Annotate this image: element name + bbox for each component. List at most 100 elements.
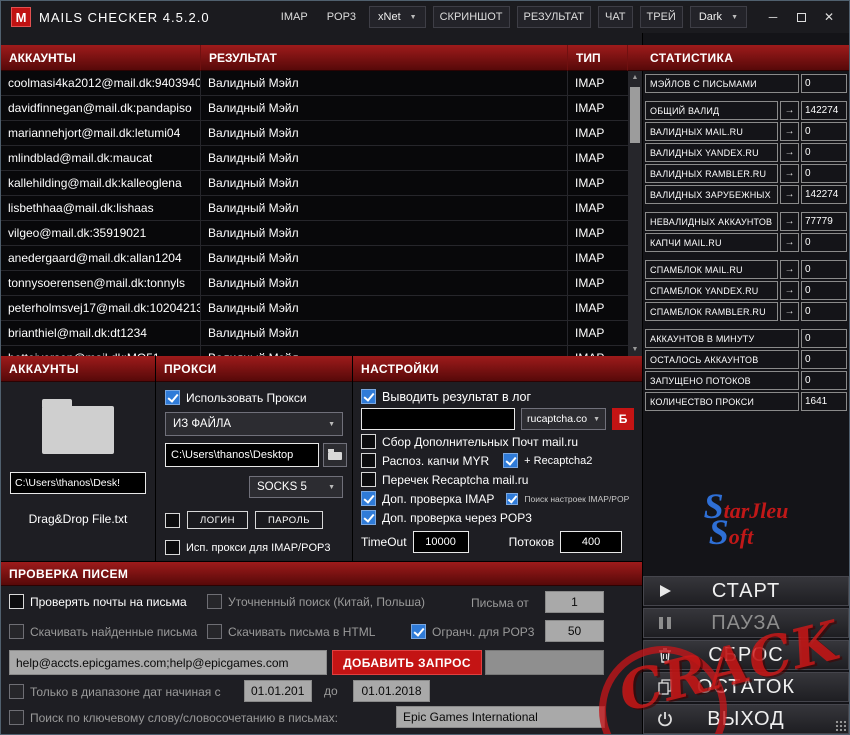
stat-label: СПАМБЛОК MAIL.RU: [645, 260, 778, 279]
accounts-file-path[interactable]: C:\Users\thanos\Desk!: [10, 472, 146, 494]
stat-label: КАПЧИ MAIL.RU: [645, 233, 778, 252]
refined-search-checkbox[interactable]: Уточненный поиск (Китай, Польша): [207, 594, 425, 609]
keyword-input[interactable]: [396, 706, 605, 728]
chevron-down-icon: ▼: [328, 484, 335, 491]
proxy-login-button[interactable]: ЛОГИН: [187, 511, 248, 529]
column-header-result[interactable]: РЕЗУЛЬТАТ: [201, 45, 568, 71]
table-row[interactable]: mariannehjort@mail.dk:letumi04Валидный М…: [1, 121, 628, 146]
accounts-panel: АККАУНТЫ C:\Users\thanos\Desk! Drag&Drop…: [1, 356, 156, 561]
menu-screenshot[interactable]: СКРИНШОТ: [433, 6, 510, 28]
export-icon[interactable]: →: [780, 185, 799, 204]
limit-pop3-input[interactable]: [545, 620, 604, 642]
theme-dropdown[interactable]: Dark ▼: [690, 6, 747, 28]
export-icon[interactable]: →: [780, 164, 799, 183]
extra-imap-check-checkbox[interactable]: [361, 491, 376, 506]
scroll-up-icon[interactable]: ▲: [632, 71, 639, 84]
stat-label: ВАЛИДНЫХ MAIL.RU: [645, 122, 778, 141]
export-icon[interactable]: →: [780, 101, 799, 120]
recognize-captcha-checkbox[interactable]: [361, 453, 376, 468]
column-header-type[interactable]: ТИП: [568, 45, 628, 71]
collect-extra-mail-checkbox[interactable]: Сбор Дополнительных Почт mail.ru: [361, 434, 634, 449]
limit-pop3-checkbox[interactable]: Огранч. для POP3: [411, 624, 534, 639]
scrollbar-thumb[interactable]: [630, 87, 640, 143]
start-button[interactable]: СТАРТ: [643, 576, 849, 606]
browse-folder-button[interactable]: [323, 443, 347, 467]
table-row[interactable]: coolmasi4ka2012@mail.dk:94039403Валидный…: [1, 71, 628, 96]
download-found-checkbox[interactable]: Скачивать найденные письма: [9, 624, 197, 639]
table-header: АККАУНТЫ РЕЗУЛЬТАТ ТИП: [1, 45, 642, 71]
table-row[interactable]: kallehilding@mail.dk:kalleoglenaВалидный…: [1, 171, 628, 196]
threads-input[interactable]: [560, 531, 622, 553]
timeout-input[interactable]: [413, 531, 469, 553]
date-to-input[interactable]: [353, 680, 430, 702]
balance-button[interactable]: Б: [612, 408, 634, 430]
folder-icon[interactable]: [42, 406, 114, 454]
proxy-file-path-input[interactable]: [165, 443, 319, 467]
maximize-button[interactable]: [787, 5, 815, 29]
minimize-button[interactable]: ─: [759, 5, 787, 29]
table-row[interactable]: davidfinnegan@mail.dk:pandapisoВалидный …: [1, 96, 628, 121]
keyword-search-checkbox[interactable]: Поиск по ключевому слову/словосочетанию …: [9, 710, 338, 725]
proxy-source-dropdown[interactable]: ИЗ ФАЙЛА ▼: [165, 412, 343, 436]
close-button[interactable]: ✕: [815, 5, 843, 29]
recheck-recaptcha-checkbox[interactable]: Перечек Recaptcha mail.ru: [361, 472, 634, 487]
proxy-password-button[interactable]: ПАРОЛЬ: [255, 511, 323, 529]
column-header-accounts[interactable]: АККАУНТЫ: [1, 45, 201, 71]
export-icon[interactable]: →: [780, 143, 799, 162]
table-row[interactable]: anedergaard@mail.dk:allan1204Валидный Мэ…: [1, 246, 628, 271]
table-row[interactable]: vilgeo@mail.dk:35919021Валидный МэйлIMAP: [1, 221, 628, 246]
table-row[interactable]: mlindblad@mail.dk:maucatВалидный МэйлIMA…: [1, 146, 628, 171]
use-proxy-checkbox[interactable]: Использовать Прокси: [165, 390, 343, 405]
search-query-input[interactable]: [9, 650, 327, 675]
search-imap-pop-settings-checkbox[interactable]: [506, 493, 518, 505]
scroll-down-icon[interactable]: ▼: [632, 343, 639, 356]
export-icon[interactable]: →: [780, 260, 799, 279]
captcha-service-dropdown[interactable]: rucaptcha.co ▼: [521, 408, 606, 430]
proxy-auth-checkbox[interactable]: [165, 513, 180, 528]
reset-button[interactable]: СБРОС: [643, 640, 849, 670]
use-proxy-for-imap-checkbox[interactable]: Исп. прокси для IMAP/POP3: [165, 540, 343, 555]
xnet-dropdown[interactable]: xNet ▼: [369, 6, 426, 28]
extra-pop3-check-checkbox[interactable]: Доп. проверка через POP3: [361, 510, 634, 525]
date-from-input[interactable]: [244, 680, 312, 702]
recaptcha2-checkbox[interactable]: [503, 453, 518, 468]
checkbox-icon: [9, 710, 24, 725]
checkbox-icon: [207, 624, 222, 639]
export-icon[interactable]: →: [780, 212, 799, 231]
menu-result[interactable]: РЕЗУЛЬТАТ: [517, 6, 591, 28]
chevron-down-icon: ▼: [731, 14, 738, 21]
table-row[interactable]: lisbethhaa@mail.dk:lishaasВалидный МэйлI…: [1, 196, 628, 221]
export-icon[interactable]: →: [780, 302, 799, 321]
menu-imap[interactable]: IMAP: [275, 7, 314, 27]
resize-grip[interactable]: [835, 720, 846, 731]
date-range-checkbox[interactable]: Только в диапазоне дат начиная с: [9, 684, 221, 699]
menu-chat[interactable]: ЧАТ: [598, 6, 633, 28]
table-row[interactable]: peterholmsvej17@mail.dk:10204213Валидный…: [1, 296, 628, 321]
export-icon[interactable]: →: [780, 122, 799, 141]
download-html-checkbox[interactable]: Скачивать письма в HTML: [207, 624, 375, 639]
table-row[interactable]: brianthiel@mail.dk:dt1234Валидный МэйлIM…: [1, 321, 628, 346]
table-row[interactable]: tonnysoerensen@mail.dk:tonnylsВалидный М…: [1, 271, 628, 296]
proxy-type-dropdown[interactable]: SOCKS 5 ▼: [249, 476, 343, 498]
export-icon[interactable]: →: [780, 281, 799, 300]
stat-label: ВАЛИДНЫХ YANDEX.RU: [645, 143, 778, 162]
table-scrollbar[interactable]: ▲ ▼: [628, 71, 642, 356]
captcha-key-input[interactable]: [361, 408, 515, 430]
checkbox-icon: [411, 624, 426, 639]
menu-pop3[interactable]: POP3: [321, 7, 362, 27]
pause-button[interactable]: ПАУЗА: [643, 608, 849, 638]
stat-label: СПАМБЛОК RAMBLER.RU: [645, 302, 778, 321]
table-body[interactable]: coolmasi4ka2012@mail.dk:94039403Валидный…: [1, 71, 628, 356]
chevron-down-icon: ▼: [328, 421, 335, 428]
add-query-button[interactable]: ДОБАВИТЬ ЗАПРОС: [332, 650, 482, 675]
menu-tray[interactable]: ТРЕЙ: [640, 6, 683, 28]
checkbox-icon: [9, 684, 24, 699]
log-output-checkbox[interactable]: Выводить результат в лог: [361, 389, 634, 404]
rest-button[interactable]: ОСТАТОК: [643, 672, 849, 702]
letters-from-input[interactable]: [545, 591, 604, 613]
exit-button[interactable]: ВЫХОД: [643, 704, 849, 734]
export-icon[interactable]: →: [780, 233, 799, 252]
check-mails-checkbox[interactable]: Проверять почты на письма: [9, 594, 187, 609]
table-row[interactable]: betteiversen@mail.dk:MQ51Валидный МэйлIM…: [1, 346, 628, 356]
threads-label: Потоков: [509, 535, 555, 549]
